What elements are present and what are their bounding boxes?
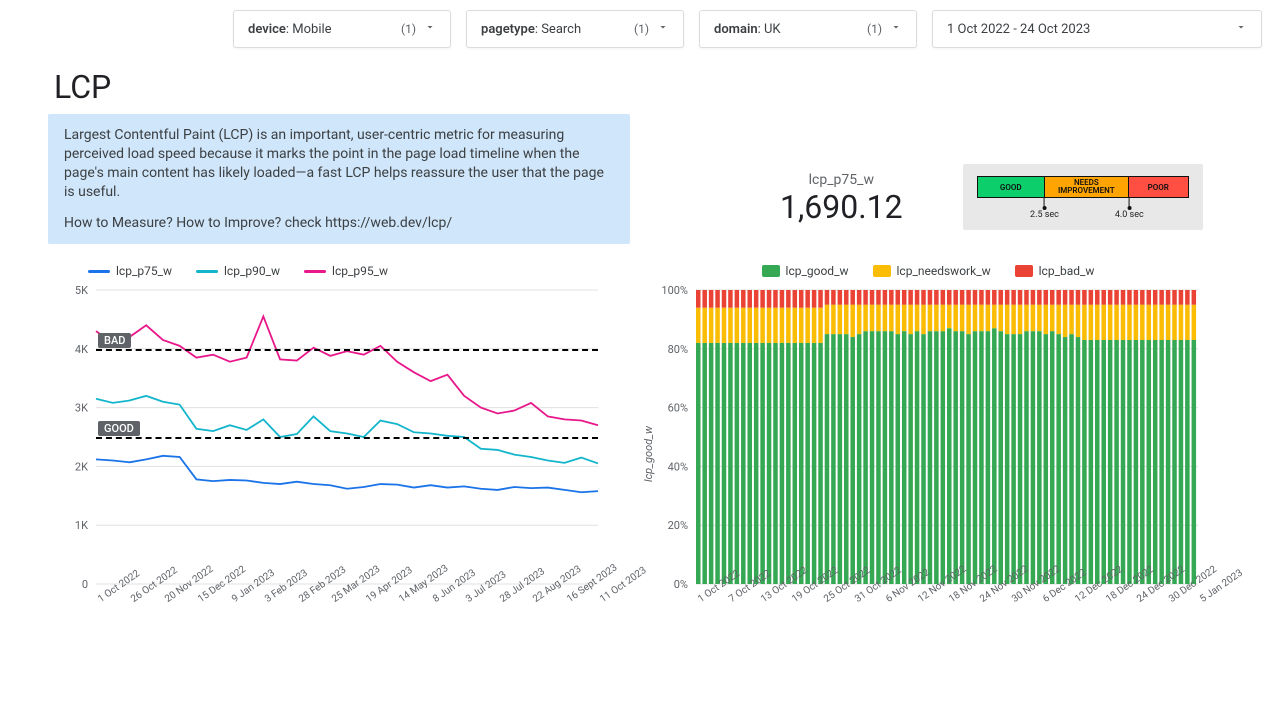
threshold-poor: POOR bbox=[1129, 177, 1188, 197]
filter-bar: device: Mobile (1) pagetype: Search (1) … bbox=[233, 10, 1265, 48]
legend-swatch bbox=[196, 270, 218, 273]
stacked-bar-chart: lcp_good_w lcp_needswork_w lcp_bad_w 0% 2… bbox=[648, 264, 1208, 652]
filter-domain[interactable]: domain: UK (1) bbox=[699, 10, 917, 48]
svg-text:60%: 60% bbox=[668, 402, 688, 415]
filter-device[interactable]: device: Mobile (1) bbox=[233, 10, 451, 48]
description-text-1: Largest Contentful Paint (LCP) is an imp… bbox=[64, 126, 614, 202]
filter-pagetype[interactable]: pagetype: Search (1) bbox=[466, 10, 684, 48]
caret-down-icon bbox=[890, 21, 902, 37]
svg-text:40%: 40% bbox=[668, 461, 688, 474]
annotation-bad: BAD bbox=[98, 333, 131, 348]
threshold-diagram: GOOD NEEDS IMPROVEMENT POOR 2.5 sec 4.0 … bbox=[963, 164, 1203, 230]
svg-text:2K: 2K bbox=[75, 461, 88, 474]
caret-down-icon bbox=[657, 21, 669, 37]
svg-text:20%: 20% bbox=[668, 520, 688, 533]
legend-swatch bbox=[873, 265, 891, 277]
svg-text:0: 0 bbox=[82, 578, 88, 591]
percentile-chart-legend: lcp_p75_w lcp_p90_w lcp_p95_w bbox=[88, 264, 608, 278]
svg-text:100%: 100% bbox=[661, 284, 688, 297]
stacked-y-axis-label: lcp_good_w bbox=[642, 426, 655, 482]
svg-text:5K: 5K bbox=[75, 284, 88, 297]
filter-daterange[interactable]: 1 Oct 2022 - 24 Oct 2023 bbox=[932, 10, 1262, 48]
threshold-good: GOOD bbox=[978, 177, 1045, 197]
annotation-good: GOOD bbox=[98, 421, 140, 436]
legend-swatch bbox=[1015, 265, 1033, 277]
scorecard: lcp_p75_w 1,690.12 bbox=[780, 172, 903, 226]
scorecard-label: lcp_p75_w bbox=[780, 172, 903, 188]
caret-down-icon bbox=[1235, 21, 1247, 37]
scorecard-value: 1,690.12 bbox=[780, 188, 903, 226]
percentile-chart: lcp_p75_w lcp_p90_w lcp_p95_w 0 1K 2K 3K 4K 5… bbox=[48, 264, 608, 652]
caret-down-icon bbox=[424, 21, 436, 37]
threshold-needs-improvement: NEEDS IMPROVEMENT bbox=[1045, 177, 1129, 197]
legend-swatch bbox=[304, 270, 326, 273]
page-title: LCP bbox=[54, 68, 1265, 106]
svg-text:1K: 1K bbox=[75, 520, 88, 533]
svg-text:3K: 3K bbox=[75, 402, 88, 415]
legend-swatch bbox=[88, 270, 110, 273]
svg-text:80%: 80% bbox=[668, 343, 688, 356]
description-card: Largest Contentful Paint (LCP) is an imp… bbox=[48, 114, 630, 244]
stacked-chart-legend: lcp_good_w lcp_needswork_w lcp_bad_w bbox=[648, 264, 1208, 278]
svg-text:4K: 4K bbox=[75, 343, 88, 356]
description-text-2: How to Measure? How to Improve? check ht… bbox=[64, 214, 614, 233]
legend-swatch bbox=[762, 265, 780, 277]
svg-text:0%: 0% bbox=[674, 578, 688, 591]
